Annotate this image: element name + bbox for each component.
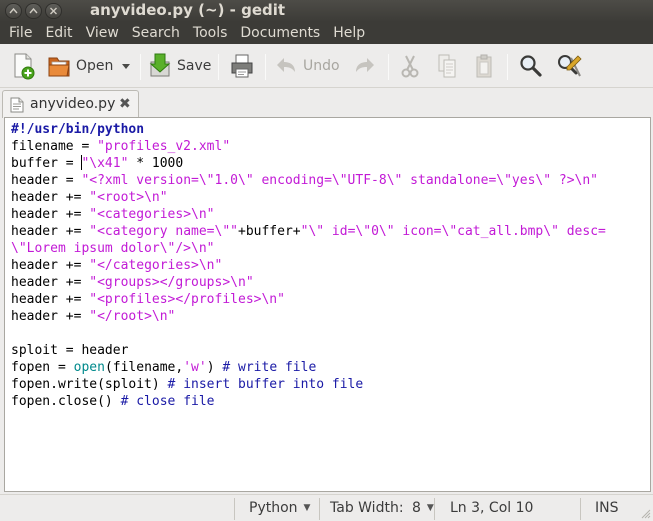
chevron-up-icon [9,7,18,14]
tab-strip: anyvideo.py ✖ [0,88,653,118]
new-button[interactable] [10,50,36,82]
save-icon [149,53,171,77]
toolbar: Open Save Undo [0,44,653,88]
cut-button[interactable] [398,50,422,82]
paste-icon [476,54,492,78]
open-button[interactable]: Open [46,50,113,82]
code-line: header += "</categories>\n" [11,258,223,273]
menu-tools[interactable]: Tools [185,22,233,44]
status-separator [234,498,235,520]
chevron-up-icon [29,7,38,14]
status-bar: Python ▼ Tab Width: 8 ▼ Ln 3, Col 10 INS [0,494,653,521]
menu-file[interactable]: File [0,22,37,44]
code-view[interactable]: #!/usr/bin/python filename = "profiles_v2… [11,121,606,410]
toolbar-separator [507,54,508,80]
code-line: #!/usr/bin/python [11,122,145,137]
toolbar-separator [218,54,219,80]
tab-close-icon[interactable]: ✖ [119,97,131,111]
code-line: header += "<groups></groups>\n" [11,275,254,290]
menu-search[interactable]: Search [124,22,185,44]
find-replace-button[interactable] [555,50,583,82]
menu-edit[interactable]: Edit [37,22,77,44]
redo-arrow-icon [356,58,374,72]
code-line: header += "<categories>\n" [11,207,215,222]
toolbar-separator [388,54,389,80]
code-line: buffer = "\x41" * 1000 [11,155,184,171]
menu-view[interactable]: View [78,22,124,44]
code-line: header += "<profiles></profiles>\n" [11,292,285,307]
status-separator [319,498,320,520]
save-button[interactable]: Save [147,50,211,82]
copy-icon [438,54,456,78]
paste-button[interactable] [472,50,496,82]
code-line: filename = "profiles_v2.xml" [11,139,231,154]
code-line: fopen.write(sploit) # insert buffer into… [11,377,364,392]
dropdown-arrow-icon: ▼ [426,503,434,513]
copy-button[interactable] [435,50,459,82]
open-label: Open [76,58,114,74]
print-button[interactable] [229,50,255,82]
cursor-position: Ln 3, Col 10 [450,500,534,516]
toolbar-separator [140,54,141,80]
code-line: header = "<?xml version=\"1.0\" encoding… [11,173,599,188]
undo-button[interactable]: Undo [275,50,340,82]
code-line: header += "<category name=\""+buffer+"\"… [11,224,606,239]
dropdown-arrow-icon: ▼ [303,503,311,513]
status-separator [434,498,435,520]
maximize-button[interactable] [25,3,42,19]
close-icon [50,7,57,15]
open-recent-dropdown[interactable] [120,50,132,82]
gedit-window: anyvideo.py (~) - gedit File Edit View S… [0,0,653,521]
toolbar-separator [265,54,266,80]
undo-label: Undo [303,58,340,74]
insert-mode: INS [595,500,619,516]
scissors-icon [401,55,419,78]
menu-bar: File Edit View Search Tools Documents He… [0,22,653,44]
tab-width-value: 8 [412,500,421,516]
new-document-icon [14,53,35,80]
text-document-icon [10,97,24,113]
code-line: fopen = open(filename,'w') # write file [11,360,317,375]
title-bar: anyvideo.py (~) - gedit [0,0,653,22]
menu-help[interactable]: Help [325,22,370,44]
save-label: Save [177,58,212,74]
find-replace-icon [558,55,582,77]
code-line: fopen.close() # close file [11,394,215,409]
tab-anyvideo[interactable]: anyvideo.py ✖ [2,90,139,118]
window-title: anyvideo.py (~) - gedit [90,1,286,19]
tab-width-selector[interactable]: Tab Width: 8 ▼ [330,500,434,516]
open-folder-icon [48,57,70,77]
tab-label: anyvideo.py [30,96,116,112]
text-editor[interactable]: #!/usr/bin/python filename = "profiles_v2… [4,117,651,492]
minimize-button[interactable] [5,3,22,19]
code-line: header += "<root>\n" [11,190,168,205]
printer-icon [231,54,253,78]
magnifier-icon [520,55,542,77]
menu-documents[interactable]: Documents [232,22,325,44]
status-separator [580,498,581,520]
resize-grip-icon[interactable] [639,507,651,519]
close-window-button[interactable] [45,3,62,19]
find-button[interactable] [518,50,544,82]
undo-arrow-icon [277,58,295,72]
language-selector[interactable]: Python ▼ [249,500,310,516]
tab-width-label: Tab Width: [330,500,404,516]
language-label: Python [249,500,298,516]
chevron-down-icon [122,64,130,69]
redo-button[interactable] [352,50,376,82]
code-line: header += "</root>\n" [11,309,176,324]
code-line: \"Lorem ipsum dolor\"/>\n" [11,241,215,256]
code-line: sploit = header [11,343,129,358]
